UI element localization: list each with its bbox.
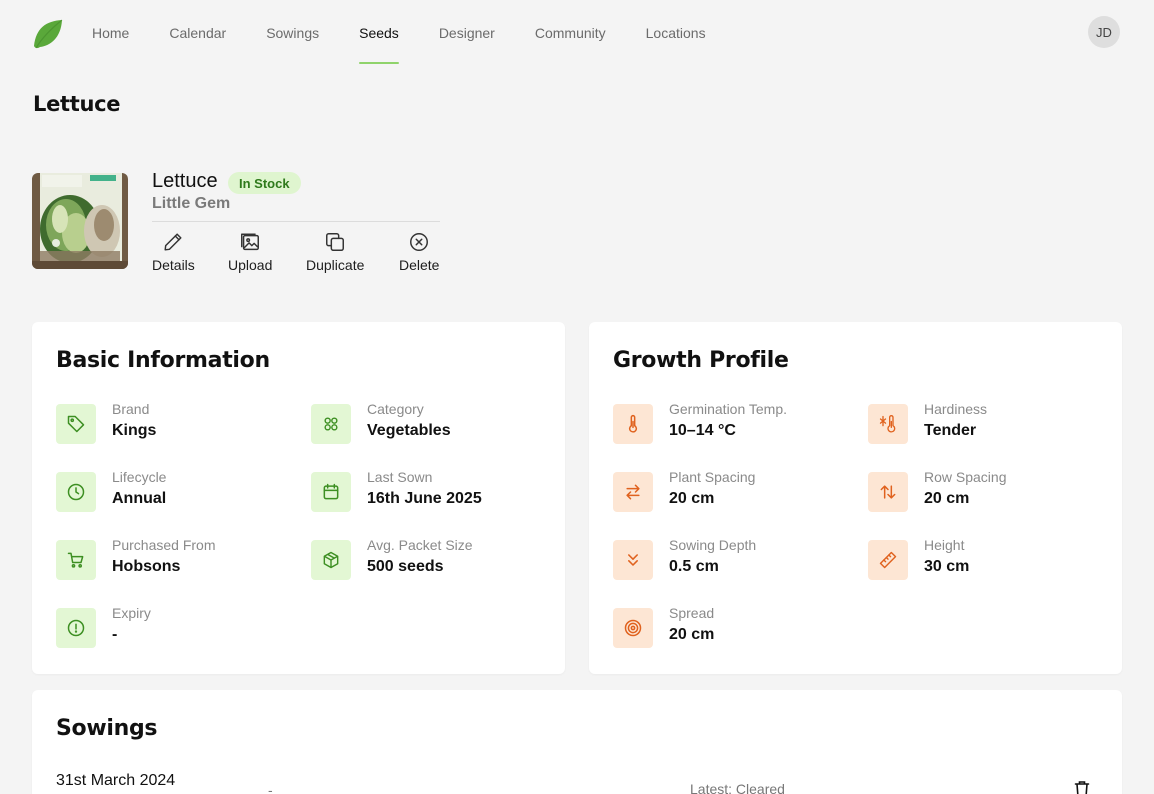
box-icon [311,540,351,580]
germination-temp-label: Germination Temp. [669,401,788,417]
plant-spacing-value: 20 cm [669,490,715,507]
lifecycle-label: Lifecycle [112,469,167,485]
nav-calendar[interactable]: Calendar [149,0,246,66]
upload-button-label: Upload [228,257,273,273]
copy-icon [326,233,345,251]
sowings-card: Sowings 31st March 2024 - Latest: Cleare… [32,690,1122,794]
nav-seeds[interactable]: Seeds [339,0,419,66]
seed-variety: Little Gem [152,195,231,212]
purchased-from-label: Purchased From [112,537,216,553]
duplicate-button-label: Duplicate [306,257,365,273]
spread-value: 20 cm [669,626,715,643]
lifecycle-value: Annual [112,490,167,507]
alert-circle-icon [56,608,96,648]
delete-button-label: Delete [399,257,440,273]
calendar-icon [311,472,351,512]
category-value: Vegetables [367,422,451,439]
spread-label: Spread [669,605,715,621]
nav-home[interactable]: Home [72,0,149,66]
header-divider [152,221,440,222]
images-icon [241,233,260,251]
target-icon [613,608,653,648]
cart-icon [56,540,96,580]
horizontal-arrows-icon [613,472,653,512]
pencil-icon [164,233,182,251]
germination-temp-value: 10–14 °C [669,422,736,439]
tag-icon [56,404,96,444]
sowing-depth-value: 0.5 cm [669,558,719,575]
nav-sowings[interactable]: Sowings [246,0,339,66]
category-icon [311,404,351,444]
details-button[interactable]: Details [152,231,195,273]
delete-button[interactable]: Delete [399,231,439,273]
sowing-location: - [268,782,273,794]
hardiness-label: Hardiness [924,401,988,417]
seed-name: Lettuce [152,170,218,192]
last-sown-value: 16th June 2025 [367,490,482,507]
last-sown-label: Last Sown [367,469,433,485]
duplicate-button[interactable]: Duplicate [306,231,364,273]
seed-packet-image[interactable] [32,173,128,269]
nav-community[interactable]: Community [515,0,626,66]
expiry-label: Expiry [112,605,151,621]
hardiness-value: Tender [924,422,977,439]
height-label: Height [924,537,965,553]
upload-button[interactable]: Upload [228,231,272,273]
vertical-arrows-icon [868,472,908,512]
basic-information-card: Basic Information Brand Kings Category V… [32,322,565,674]
growth-profile-card: Growth Profile Germination Temp. 10–14 °… [589,322,1122,674]
details-button-label: Details [152,257,195,273]
x-circle-icon [410,233,429,251]
chevrons-down-icon [613,540,653,580]
ruler-icon [868,540,908,580]
expiry-value: - [112,626,118,643]
row-spacing-label: Row Spacing [924,469,1007,485]
user-avatar[interactable]: JD [1088,16,1120,48]
sowings-title: Sowings [56,716,158,741]
purchased-from-value: Hobsons [112,558,181,575]
sowing-status: Latest: Cleared [690,781,785,794]
plant-spacing-label: Plant Spacing [669,469,756,485]
brand-value: Kings [112,422,157,439]
nav-links: Home Calendar Sowings Seeds Designer Com… [72,0,726,66]
packet-size-label: Avg. Packet Size [367,537,473,553]
growth-profile-title: Growth Profile [613,348,789,373]
brand-label: Brand [112,401,150,417]
top-nav: Home Calendar Sowings Seeds Designer Com… [0,0,1154,66]
clock-icon [56,472,96,512]
category-label: Category [367,401,424,417]
frost-icon [868,404,908,444]
sowing-date: 31st March 2024 [56,772,176,789]
height-value: 30 cm [924,558,970,575]
leaf-logo-icon[interactable] [32,18,64,50]
stock-status-badge: In Stock [228,172,301,194]
packet-size-value: 500 seeds [367,558,444,575]
row-spacing-value: 20 cm [924,490,970,507]
sowing-depth-label: Sowing Depth [669,537,757,553]
thermometer-icon [613,404,653,444]
nav-locations[interactable]: Locations [626,0,726,66]
page-title: Lettuce [33,92,121,116]
trash-icon[interactable] [1074,780,1090,794]
nav-designer[interactable]: Designer [419,0,515,66]
basic-information-title: Basic Information [56,348,270,373]
